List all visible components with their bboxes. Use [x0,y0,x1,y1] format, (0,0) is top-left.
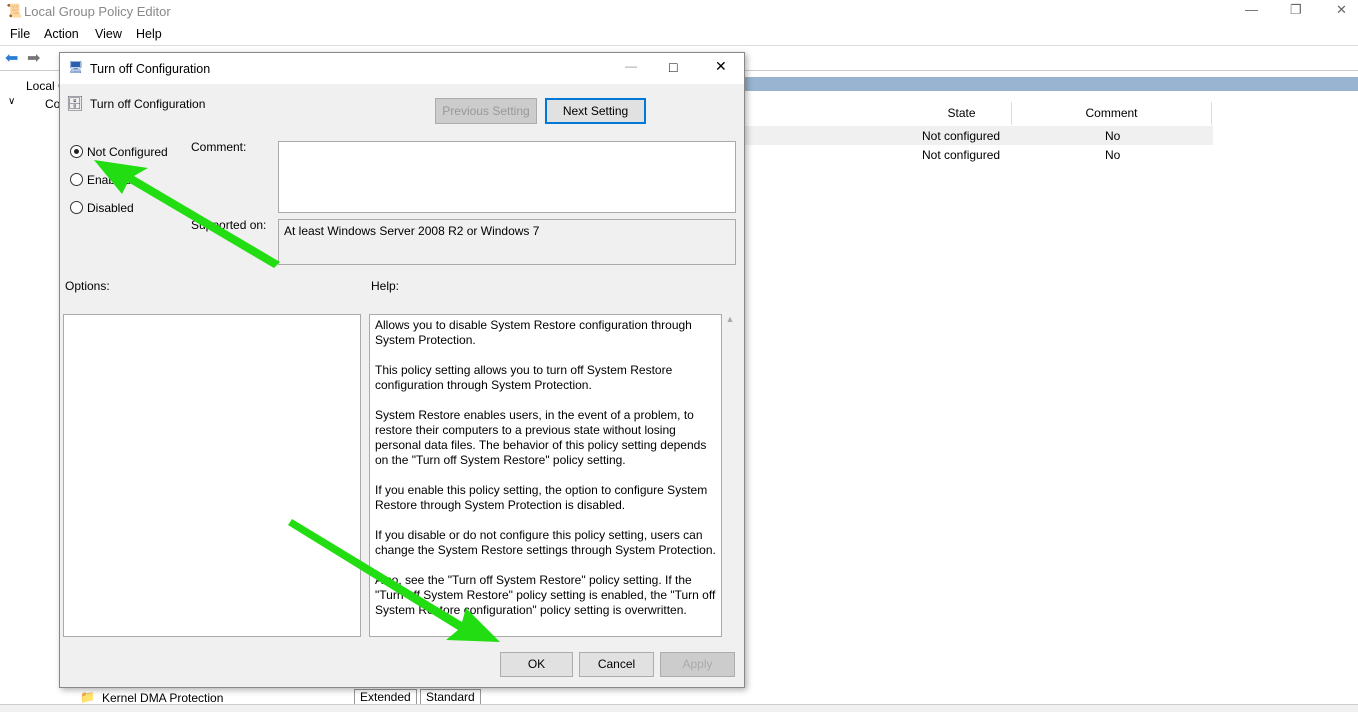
green-arrow-icon [94,160,280,268]
annotation-arrows [94,160,500,642]
green-arrow-icon [288,519,500,642]
